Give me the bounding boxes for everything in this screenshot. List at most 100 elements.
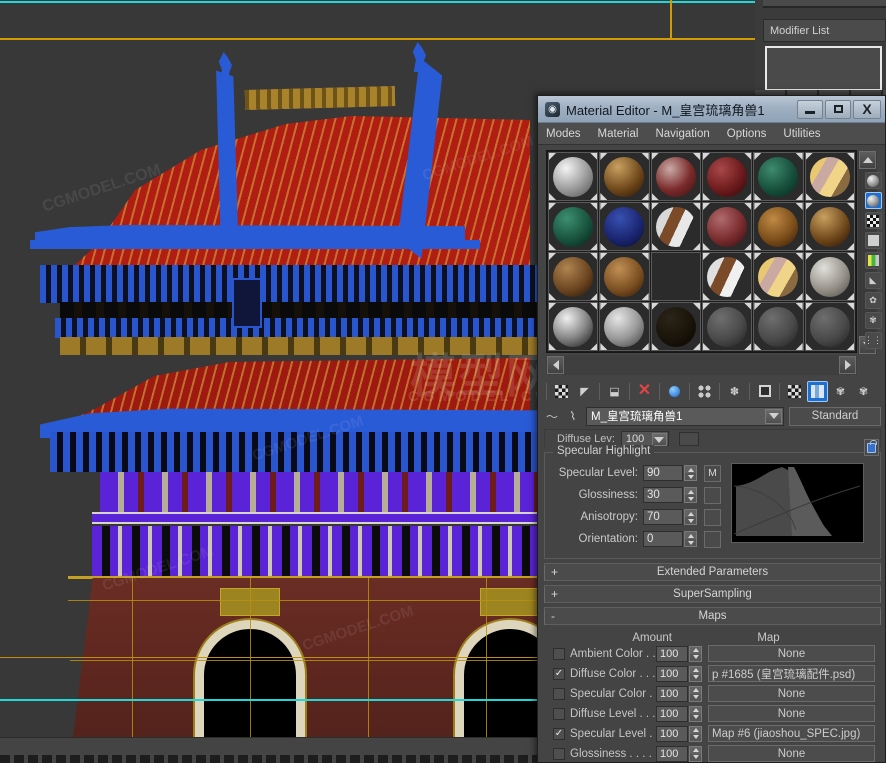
background-checker-icon[interactable]	[864, 212, 882, 229]
sample-slot-2[interactable]	[599, 152, 650, 201]
modifier-list-dropdown[interactable]: Modifier List	[763, 19, 886, 42]
map-slot-button[interactable]: None	[708, 705, 875, 722]
sample-slot-7[interactable]	[548, 202, 599, 251]
anisotropy-map-button[interactable]	[704, 508, 721, 526]
sample-slot-20[interactable]	[599, 302, 650, 351]
command-panel-tabs[interactable]	[763, 0, 886, 8]
map-slot-button[interactable]: p #1685 (皇宫琉璃配件.psd)	[708, 665, 875, 682]
sample-slot-22[interactable]	[701, 302, 753, 351]
rollout-toggle-icon[interactable]: -	[551, 609, 555, 623]
sample-type-toolbar[interactable]: ◣ ✿ ✾ ⋮⋮	[863, 150, 883, 380]
map-amount-spinner[interactable]	[689, 665, 702, 682]
sample-slot-11[interactable]	[753, 202, 804, 251]
sample-slot-3[interactable]	[650, 152, 701, 201]
scroll-right-button[interactable]	[839, 356, 856, 374]
video-color-check-icon[interactable]	[864, 252, 882, 269]
maximize-button[interactable]	[825, 99, 851, 119]
sample-uv-tiling-icon[interactable]	[864, 232, 882, 249]
map-enable-checkbox[interactable]	[553, 687, 565, 700]
anisotropy-row[interactable]: Anisotropy: 70	[551, 507, 721, 527]
put-material-to-scene-icon[interactable]: ◤	[574, 381, 595, 402]
map-amount-input[interactable]: 100	[656, 745, 688, 762]
material-name-row[interactable]: 〜 ⌇ M_皇宫琉璃角兽1 Standard	[544, 405, 881, 427]
map-slot-button[interactable]: None	[708, 645, 875, 662]
sample-slot-13[interactable]	[548, 252, 599, 301]
show-end-result-icon[interactable]	[807, 380, 828, 402]
map-row[interactable]: Glossiness . . . . 100 None	[544, 744, 881, 762]
menu-item-options[interactable]: Options	[727, 128, 767, 140]
options-icon[interactable]: ✿	[864, 292, 882, 309]
glossiness-map-button[interactable]	[704, 486, 721, 504]
menu-item-navigation[interactable]: Navigation	[655, 128, 709, 140]
material-effects-channel-icon[interactable]	[754, 381, 775, 402]
sample-slot-15[interactable]	[650, 252, 701, 301]
sample-slot-17[interactable]	[753, 252, 804, 301]
go-forward-to-sibling-icon[interactable]: ✾	[853, 381, 874, 402]
material-toolbar[interactable]: ◤ ⬓ ✕ ✽ ✾ ✾	[544, 378, 881, 404]
get-material-icon[interactable]	[551, 381, 572, 402]
sample-slot-1[interactable]	[548, 152, 599, 201]
material-name-dropdown-arrow[interactable]	[765, 408, 782, 424]
show-map-in-viewport-icon[interactable]	[784, 381, 805, 402]
scroll-left-button[interactable]	[547, 356, 564, 374]
sample-slot-21[interactable]	[650, 302, 701, 351]
sample-slot-6[interactable]	[804, 152, 855, 201]
make-preview-icon[interactable]: ◣	[864, 272, 882, 289]
close-button[interactable]: X	[853, 99, 881, 119]
rollout-toggle-icon[interactable]: +	[551, 565, 558, 579]
modifier-stack[interactable]	[765, 46, 882, 91]
material-editor-window[interactable]: ◉ Material Editor - M_皇宫琉璃角兽1 X Modes Ma…	[537, 95, 886, 763]
map-amount-input[interactable]: 100	[656, 685, 688, 702]
orientation-row[interactable]: Orientation: 0	[551, 529, 721, 549]
sample-slot-8[interactable]	[599, 202, 650, 251]
map-row[interactable]: ✓ Specular Level . 100 Map #6 (jiaoshou_SPE…	[544, 724, 881, 743]
command-panel[interactable]: Modifier List	[755, 0, 886, 98]
sample-slots-panel[interactable]	[546, 150, 877, 354]
diffuse-level-map-swatch[interactable]	[678, 431, 699, 446]
sample-slots-grid[interactable]	[547, 151, 856, 352]
lock-icon[interactable]	[864, 439, 879, 456]
reset-map-icon[interactable]: ✕	[634, 381, 655, 402]
rollout-toggle-icon[interactable]: +	[551, 587, 558, 601]
material-map-navigator-icon[interactable]: ✾	[864, 312, 882, 329]
sample-slot-12[interactable]	[804, 202, 855, 251]
make-unique-icon[interactable]	[694, 381, 715, 402]
map-enable-checkbox[interactable]	[553, 647, 565, 660]
map-amount-input[interactable]: 100	[656, 725, 688, 742]
maps-list[interactable]: Ambient Color . . 100 None ✓ Diffuse Color .…	[544, 644, 881, 762]
menu-item-modes[interactable]: Modes	[546, 128, 581, 140]
map-amount-input[interactable]: 100	[656, 705, 688, 722]
map-row[interactable]: Ambient Color . . 100 None	[544, 644, 881, 663]
go-to-parent-icon[interactable]: ✾	[830, 381, 851, 402]
map-slot-button[interactable]: None	[708, 685, 875, 702]
anisotropy-input[interactable]: 70	[643, 509, 683, 525]
map-amount-spinner[interactable]	[689, 645, 702, 662]
specular-level-row[interactable]: Specular Level: 90 M	[551, 463, 721, 483]
map-row[interactable]: Specular Color . 100 None	[544, 684, 881, 703]
sample-slot-18[interactable]	[804, 252, 855, 301]
map-amount-input[interactable]: 100	[656, 645, 688, 662]
map-slot-button[interactable]: Map #6 (jiaoshou_SPEC.jpg)	[708, 725, 875, 742]
map-amount-input[interactable]: 100	[656, 665, 688, 682]
anisotropy-spinner[interactable]	[684, 509, 697, 525]
map-row[interactable]: Diffuse Level . . . 100 None	[544, 704, 881, 723]
rollout-supersampling[interactable]: + SuperSampling	[544, 585, 881, 603]
map-row[interactable]: ✓ Diffuse Color . . . 100 p #1685 (皇宫琉璃配件.p…	[544, 664, 881, 683]
specular-level-input[interactable]: 90	[643, 465, 683, 481]
glossiness-row[interactable]: Glossiness: 30	[551, 485, 721, 505]
sample-slot-14[interactable]	[599, 252, 650, 301]
map-slot-button[interactable]: None	[708, 745, 875, 762]
material-type-button[interactable]: Standard	[789, 406, 881, 426]
orientation-map-button[interactable]	[704, 530, 721, 548]
menu-bar[interactable]: Modes Material Navigation Options Utilit…	[538, 123, 885, 145]
sample-slot-4[interactable]	[701, 152, 753, 201]
sample-type-sphere-icon[interactable]	[864, 172, 882, 189]
map-amount-spinner[interactable]	[689, 685, 702, 702]
make-material-copy-icon[interactable]	[664, 381, 685, 402]
sample-slot-19[interactable]	[548, 302, 599, 351]
material-editor-titlebar[interactable]: ◉ Material Editor - M_皇宫琉璃角兽1 X	[538, 96, 885, 123]
glossiness-input[interactable]: 30	[643, 487, 683, 503]
sample-slot-10[interactable]	[701, 202, 753, 251]
map-enable-checkbox[interactable]	[553, 707, 565, 720]
select-by-material-icon[interactable]: ⋮⋮	[864, 332, 882, 349]
